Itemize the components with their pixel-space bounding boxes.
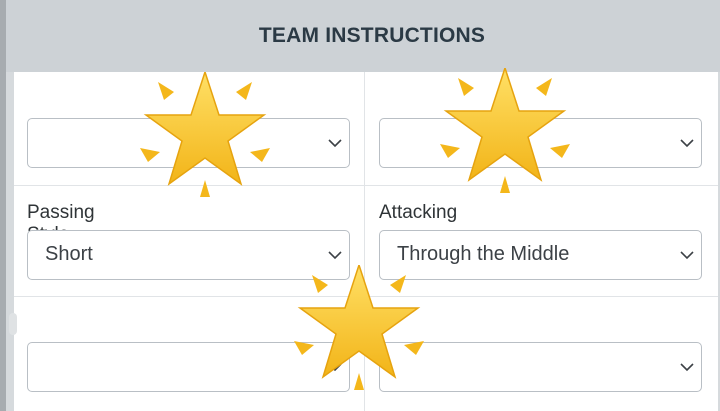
instruction-select-6[interactable] xyxy=(379,342,702,392)
chevron-down-icon xyxy=(680,139,694,148)
attacking-value: Through the Middle xyxy=(397,243,570,265)
chevron-down-icon xyxy=(328,139,342,148)
side-handle xyxy=(9,313,17,335)
page-title: TEAM INSTRUCTIONS xyxy=(258,24,486,47)
team-instructions-header: TEAM INSTRUCTIONS xyxy=(6,0,720,72)
sparkle-icon xyxy=(140,72,270,197)
chevron-down-icon xyxy=(680,251,694,260)
attacking-select[interactable]: Through the Middle xyxy=(379,230,702,280)
chevron-down-icon xyxy=(328,251,342,260)
page: TEAM INSTRUCTIONS Passing Style Short xyxy=(0,0,720,411)
chevron-down-icon xyxy=(680,363,694,372)
sparkle-icon xyxy=(294,265,424,390)
row-divider xyxy=(14,185,718,186)
passing-style-value: Short xyxy=(45,243,93,265)
sparkle-icon xyxy=(440,68,570,193)
attacking-label: Attacking xyxy=(379,202,458,223)
